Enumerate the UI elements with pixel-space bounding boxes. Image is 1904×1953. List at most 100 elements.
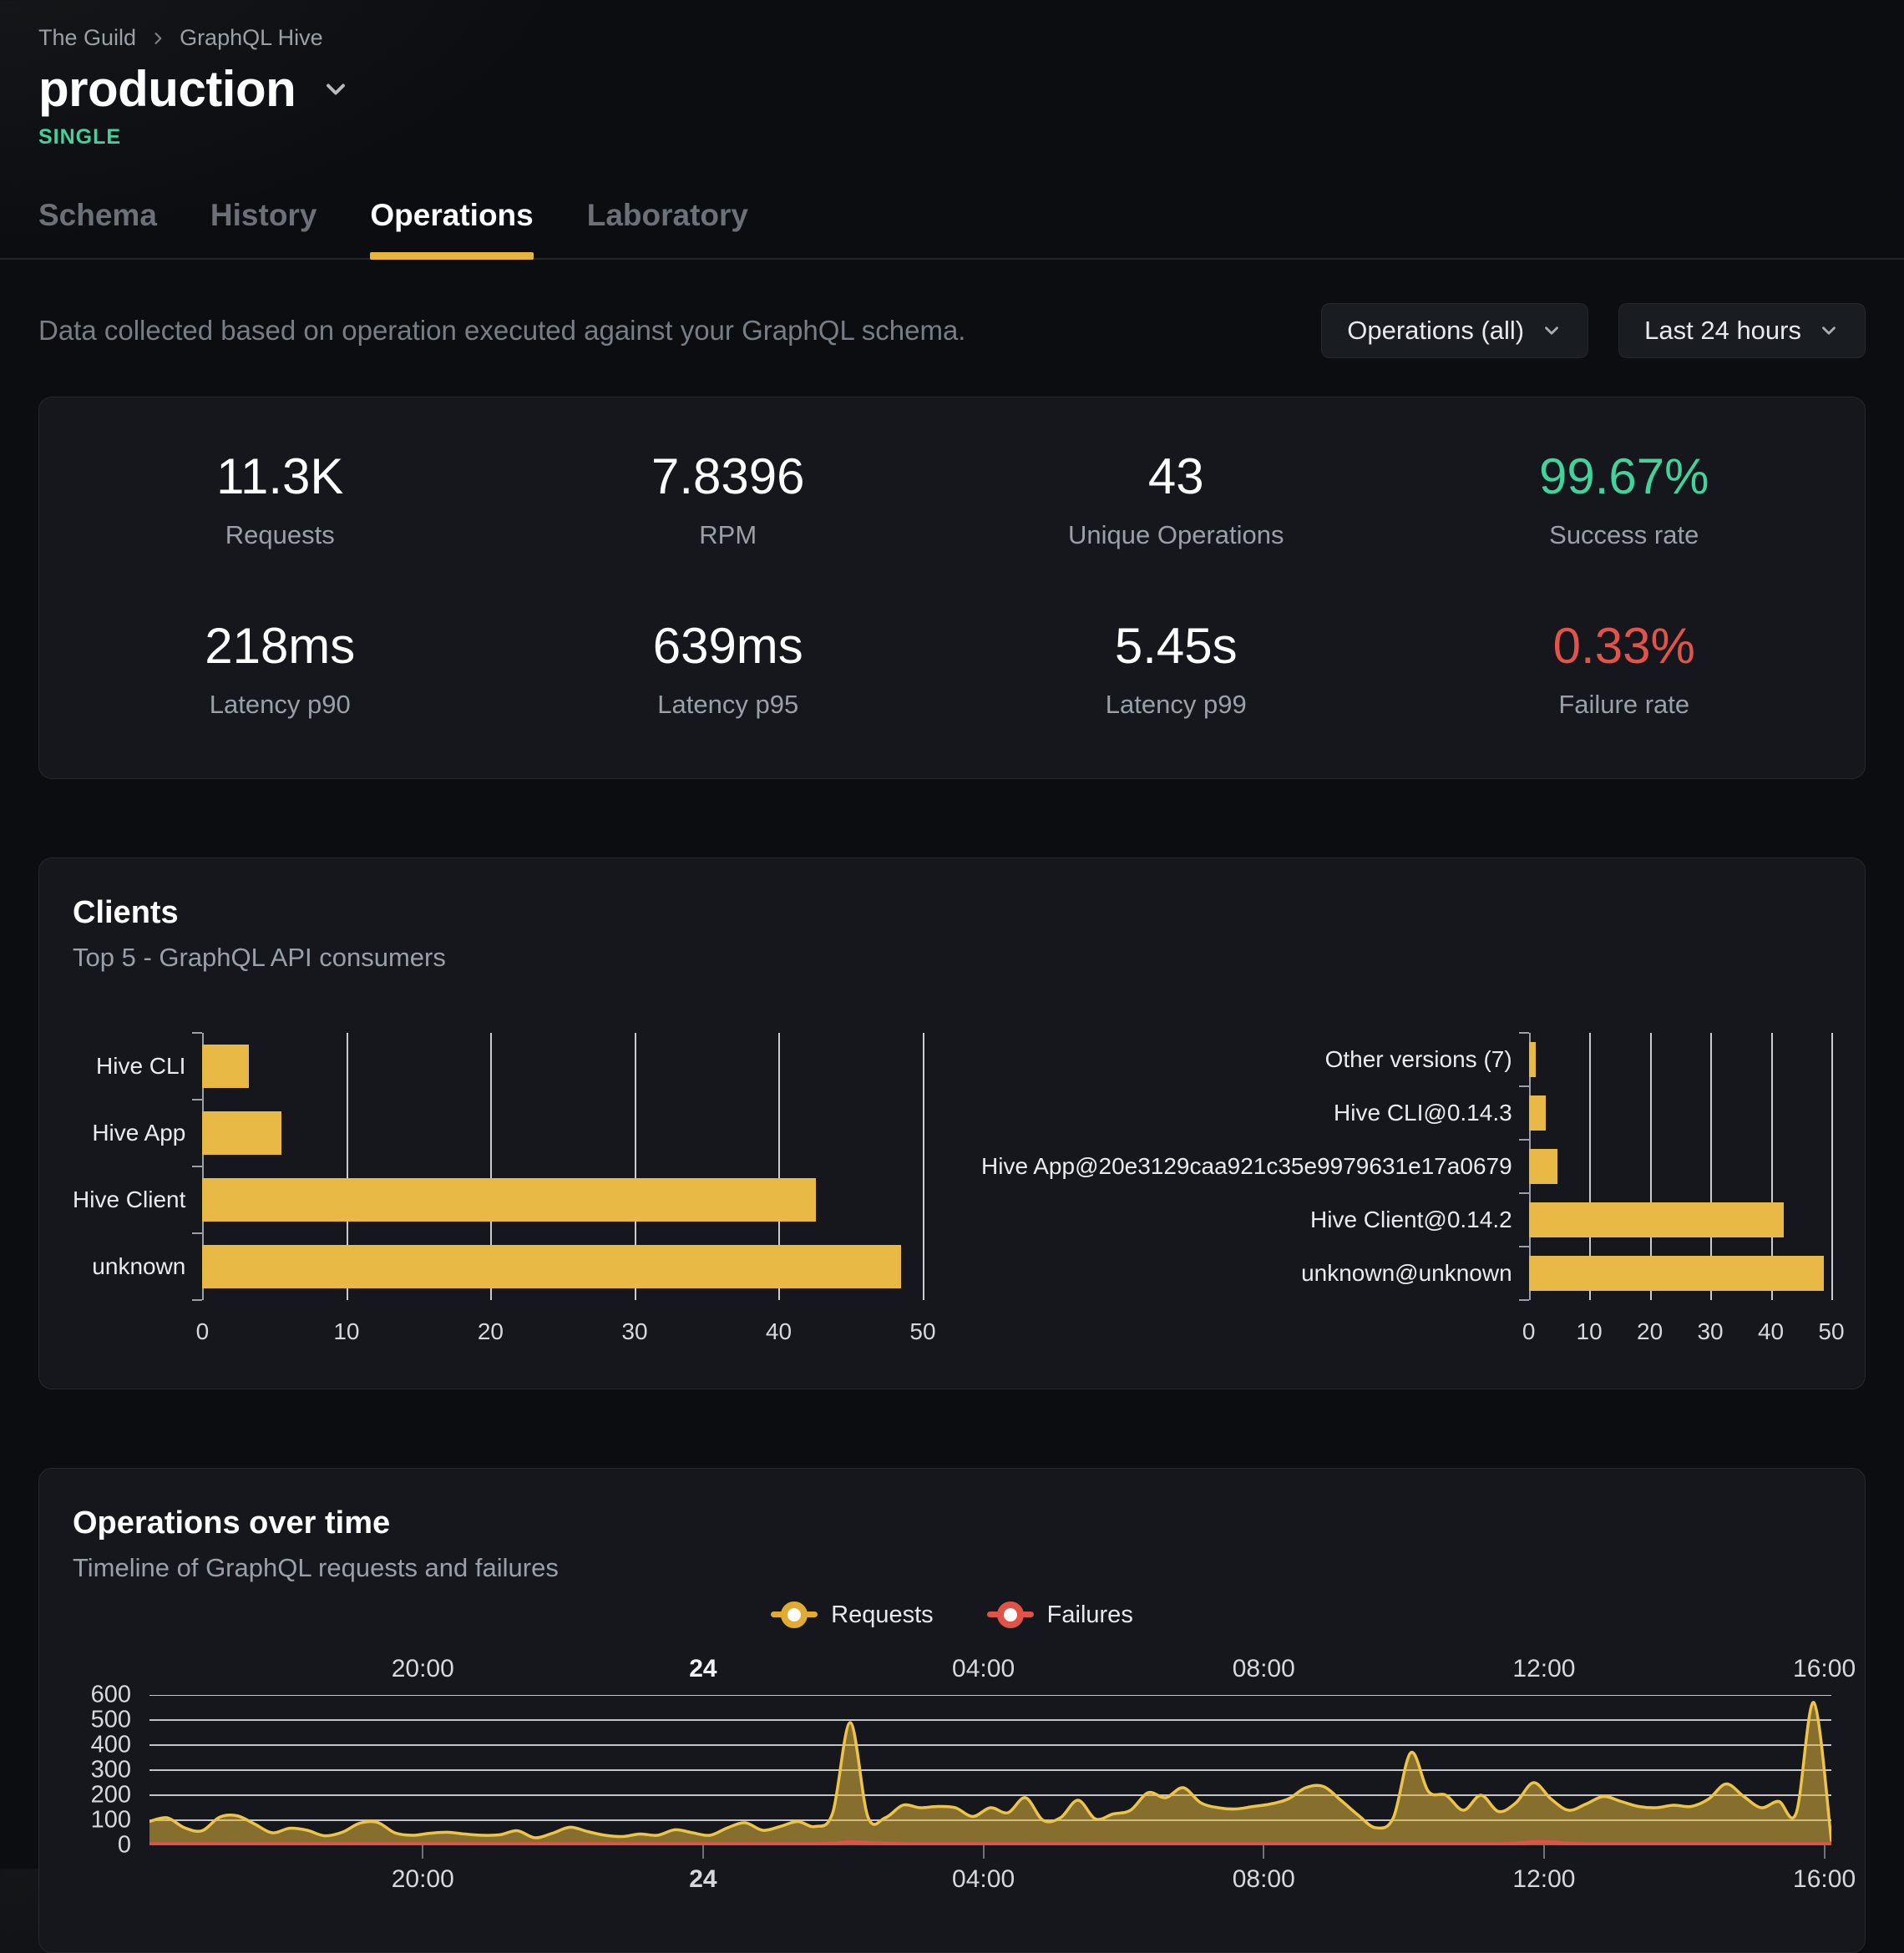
axis-tick xyxy=(1519,1192,1529,1194)
legend-item-requests[interactable]: Requests xyxy=(771,1600,934,1630)
chevron-down-icon xyxy=(1818,320,1840,342)
target-type-badge: SINGLE xyxy=(38,125,1866,149)
bar-row xyxy=(1529,1193,1831,1247)
requests-series-marker-icon xyxy=(771,1600,818,1630)
bar-plot-area xyxy=(1529,1033,1831,1300)
operations-filter-value: Operations (all) xyxy=(1347,316,1524,346)
x-axis-tick-label: 16:00 xyxy=(1793,1865,1856,1894)
stat-latency-p95: 639ms Latency p95 xyxy=(504,617,953,720)
x-axis-tick-label: 50 xyxy=(909,1318,935,1345)
timeline-grid: 600500400300200100020:002404:0008:0012:0… xyxy=(73,1652,1831,1912)
breadcrumb-project[interactable]: GraphQL Hive xyxy=(180,25,323,51)
x-axis-tick-label: 20 xyxy=(478,1318,504,1345)
stat-requests: 11.3K Requests xyxy=(56,448,504,550)
breadcrumb-org[interactable]: The Guild xyxy=(38,25,136,51)
clients-title: Clients xyxy=(73,895,1831,931)
legend-item-failures[interactable]: Failures xyxy=(987,1600,1133,1630)
bar[interactable] xyxy=(1529,1042,1537,1077)
x-axis-tick-label: 12:00 xyxy=(1512,1655,1575,1683)
gridline xyxy=(1831,1033,1833,1300)
bar-row xyxy=(1529,1086,1831,1140)
bar[interactable] xyxy=(202,1111,281,1155)
requests-area[interactable] xyxy=(149,1703,1831,1845)
operations-over-time-title: Operations over time xyxy=(73,1505,1831,1541)
axis-tick xyxy=(1519,1299,1529,1301)
y-axis-tick-label: 300 xyxy=(91,1757,131,1784)
x-axis-tick xyxy=(702,1845,704,1859)
legend-label: Failures xyxy=(1047,1601,1133,1629)
timeline-svg xyxy=(149,1695,1831,1845)
tab-operations[interactable]: Operations xyxy=(370,198,533,258)
stat-latency-p90: 218ms Latency p90 xyxy=(56,617,504,720)
stat-label: Latency p95 xyxy=(504,690,953,720)
x-axis-tick xyxy=(1543,1845,1545,1859)
graphql-hive-dashboard: The Guild GraphQL Hive production SINGLE… xyxy=(0,0,1904,1869)
timeline-plot xyxy=(149,1695,1831,1845)
x-axis-tick-label: 50 xyxy=(1818,1318,1844,1345)
stat-rpm: 7.8396 RPM xyxy=(504,448,953,550)
axis-tick xyxy=(192,1099,202,1100)
time-axis: 20:002404:0008:0012:0016:00 xyxy=(149,1652,1831,1695)
x-axis-tick-label: 0 xyxy=(196,1318,210,1345)
bar-category-label: Hive Client xyxy=(73,1166,202,1233)
bar[interactable] xyxy=(202,1178,816,1222)
bar[interactable] xyxy=(1529,1149,1557,1184)
bar-row xyxy=(1529,1140,1831,1193)
stat-success-rate: 99.67% Success rate xyxy=(1400,448,1849,550)
bar[interactable] xyxy=(1529,1256,1824,1291)
bar-x-axis: 01020304050 xyxy=(1529,1300,1831,1348)
bar[interactable] xyxy=(1529,1202,1785,1237)
bar-category-label: Hive App xyxy=(73,1100,202,1166)
failures-line[interactable] xyxy=(149,1842,1831,1844)
clients-card: Clients Top 5 - GraphQL API consumers Hi… xyxy=(38,858,1866,1389)
y-axis-tick-label: 0 xyxy=(118,1832,131,1859)
stat-label: Success rate xyxy=(1400,520,1849,550)
x-axis-tick-label: 10 xyxy=(1577,1318,1603,1345)
clients-subtitle: Top 5 - GraphQL API consumers xyxy=(73,943,1831,973)
y-axis-tick-label: 500 xyxy=(91,1707,131,1734)
target-selector-chevron-down-icon[interactable] xyxy=(321,74,351,104)
bar-chart-body: Other versions (7)Hive CLI@0.14.3Hive Ap… xyxy=(981,1033,1831,1348)
bar-row xyxy=(202,1100,923,1166)
operations-over-time-subtitle: Timeline of GraphQL requests and failure… xyxy=(73,1553,1831,1583)
bar-category-label: Hive CLI xyxy=(73,1033,202,1100)
x-axis-tick-label: 08:00 xyxy=(1233,1655,1295,1683)
timeline-chart: 600500400300200100020:002404:0008:0012:0… xyxy=(73,1652,1831,1912)
page-header: The Guild GraphQL Hive production SINGLE xyxy=(0,0,1904,149)
operations-filter-dropdown[interactable]: Operations (all) xyxy=(1321,303,1588,358)
tab-schema[interactable]: Schema xyxy=(38,198,157,258)
x-axis-tick-label: 40 xyxy=(766,1318,792,1345)
stat-value: 7.8396 xyxy=(504,448,953,505)
tab-laboratory[interactable]: Laboratory xyxy=(587,198,748,258)
bar[interactable] xyxy=(202,1045,248,1088)
y-axis-tick-label: 600 xyxy=(91,1682,131,1709)
clients-by-name-chart: Hive CLIHive AppHive Clientunknown010203… xyxy=(73,1033,923,1348)
timeline-legend: Requests Failures xyxy=(73,1600,1831,1630)
bar-category-labels: Other versions (7)Hive CLI@0.14.3Hive Ap… xyxy=(981,1033,1529,1300)
stat-value: 99.67% xyxy=(1400,448,1849,505)
axis-tick xyxy=(192,1299,202,1301)
y-axis-tick-label: 400 xyxy=(91,1732,131,1759)
x-axis-tick-label: 40 xyxy=(1758,1318,1784,1345)
bar[interactable] xyxy=(1529,1095,1546,1131)
gridline xyxy=(923,1033,924,1300)
period-filter-dropdown[interactable]: Last 24 hours xyxy=(1618,303,1866,358)
axis-tick xyxy=(1519,1139,1529,1141)
x-axis-tick-label: 20 xyxy=(1637,1318,1663,1345)
bar-category-label: Hive CLI@0.14.3 xyxy=(981,1086,1529,1140)
stat-label: Unique Operations xyxy=(952,520,1400,550)
legend-label: Requests xyxy=(831,1601,934,1629)
x-axis-tick xyxy=(1824,1845,1826,1859)
chevron-right-icon xyxy=(149,30,166,47)
tab-history[interactable]: History xyxy=(210,198,316,258)
time-axis: 20:002404:0008:0012:0016:00 xyxy=(149,1845,1831,1912)
x-axis-tick-label: 10 xyxy=(333,1318,359,1345)
page-title: production xyxy=(38,63,296,115)
timeline-plot-wrap: 20:002404:0008:0012:0016:0020:002404:000… xyxy=(149,1652,1831,1912)
stat-value: 11.3K xyxy=(56,448,504,505)
x-axis-tick-label: 20:00 xyxy=(392,1865,454,1894)
stat-label: RPM xyxy=(504,520,953,550)
stat-value: 5.45s xyxy=(952,617,1400,675)
bar[interactable] xyxy=(202,1245,901,1288)
target-tabs: Schema History Operations Laboratory xyxy=(0,198,1904,260)
